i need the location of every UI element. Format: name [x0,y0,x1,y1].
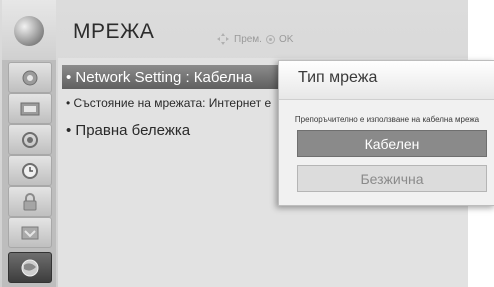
sidebar [2,0,56,287]
globe-icon [14,16,44,46]
options-icon [21,226,39,239]
clock-icon [22,162,38,179]
ok-button-icon [265,34,275,44]
network-type-popup: Тип мрежа Препоръчително е използване на… [278,60,494,206]
camera-icon [22,70,38,85]
speaker-icon [22,131,38,148]
sidebar-item-time[interactable] [8,155,52,186]
hint-ok-label: OK [278,33,294,45]
network-globe-icon [21,259,39,276]
option-wireless-button[interactable]: Безжична [297,165,487,192]
menu-item-legal-notice[interactable]: • Правна бележка [66,118,190,142]
popup-title-bar: Тип мрежа [279,61,494,100]
option-wired-button[interactable]: Кабелен [297,130,487,157]
popup-title: Тип мрежа [298,69,378,86]
sidebar-item-options[interactable] [8,217,52,248]
popup-note: Препоръчително е използване на кабелна м… [294,115,480,124]
sidebar-header [2,0,56,60]
picture-icon [20,102,40,115]
navigation-hint: Прем. OK [216,32,293,46]
menu-item-network-status[interactable]: • Състояние на мрежата: Интернет е [66,91,271,115]
page-title: МРЕЖА [73,20,155,43]
move-arrows-icon [217,33,229,45]
sidebar-item-picture[interactable] [8,93,52,124]
hint-move-label: Прем. [234,33,262,45]
sidebar-item-audio[interactable] [8,124,52,155]
sidebar-item-network[interactable] [8,252,52,283]
lock-icon [23,192,37,210]
sidebar-item-lock[interactable] [8,186,52,217]
sidebar-item-camera[interactable] [8,62,52,93]
